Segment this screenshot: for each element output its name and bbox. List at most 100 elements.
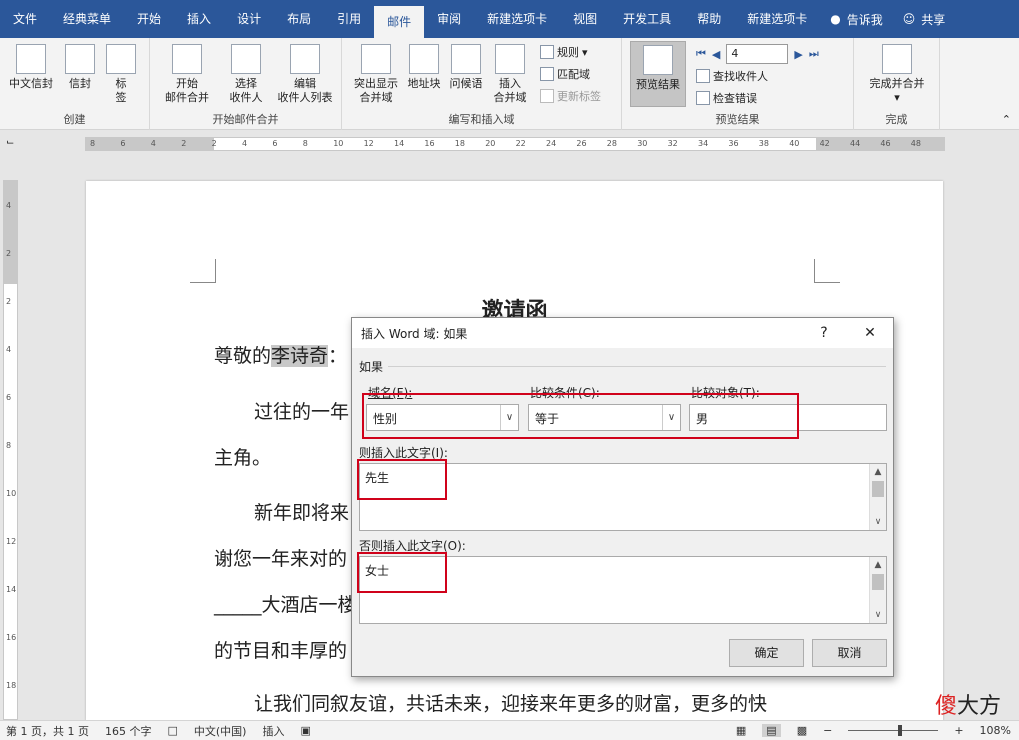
collapse-ribbon-icon[interactable]: ⌃	[1002, 113, 1011, 126]
ruler-number: 6	[120, 139, 126, 148]
web-layout-icon[interactable]: ▩	[797, 724, 807, 737]
share-button[interactable]: ☺ 共享	[893, 11, 956, 28]
rules-icon	[540, 45, 554, 59]
labels-button[interactable]: 标签	[104, 44, 138, 105]
insert-mode[interactable]: 插入	[262, 723, 284, 739]
start-mail-merge-button[interactable]: 开始 邮件合并	[158, 44, 216, 105]
share-label: 共享	[921, 12, 946, 27]
preview-results-button[interactable]: 预览结果	[630, 41, 686, 107]
envelope-icon	[65, 44, 95, 74]
dropdown-arrow-icon: ▾	[582, 45, 588, 59]
ruler-row: ⌙ 8 6 4 2 2 4 6 8 10 12 14 16 18 20 22 24 26 28 30 32 34 36 38…	[0, 131, 1019, 157]
ribbon: 中文信封 信封 标签 创建 开始 邮件合并 选择 收件人 编辑 收件人列表 开始…	[0, 38, 1019, 130]
tell-me-label: 告诉我	[846, 12, 883, 27]
address-block-button[interactable]: 地址块	[404, 44, 444, 91]
group-start-mail-merge: 开始 邮件合并 选择 收件人 编辑 收件人列表 开始邮件合并	[150, 38, 342, 130]
envelope-button[interactable]: 信封	[62, 44, 98, 91]
horizontal-ruler[interactable]: 8 6 4 2 2 4 6 8 10 12 14 16 18 20 22 24 26 28 30 32 34 36 38 40…	[85, 137, 945, 151]
zoom-out-icon[interactable]: −	[823, 724, 832, 737]
match-fields-button[interactable]: 匹配域	[540, 66, 590, 82]
ruler-number: 8	[90, 139, 96, 148]
tab-design[interactable]: 设计	[224, 0, 274, 38]
macro-record-icon[interactable]: ▣	[300, 724, 310, 737]
next-record-icon[interactable]: ▶	[794, 48, 802, 61]
find-recipient-button[interactable]: 查找收件人	[696, 68, 768, 84]
highlight-merge-fields-button[interactable]: 突出显示 合并域	[350, 44, 402, 105]
labels-icon	[106, 44, 136, 74]
select-recipients-button[interactable]: 选择 收件人	[220, 44, 272, 105]
envelope-icon	[16, 44, 46, 74]
scroll-down-icon[interactable]: ∨	[870, 514, 886, 530]
tab-references[interactable]: 引用	[324, 0, 374, 38]
last-record-icon[interactable]: ⏭	[809, 47, 819, 61]
tab-classic-menu[interactable]: 经典菜单	[50, 0, 124, 38]
scrollbar[interactable]: ▲ ∨	[869, 464, 886, 530]
update-labels-button[interactable]: 更新标签	[540, 88, 601, 104]
ruler-number: 12	[363, 139, 374, 148]
scrollbar[interactable]: ▲ ∨	[869, 557, 886, 623]
paragraph: 新年即将来	[254, 502, 350, 524]
update-labels-icon	[540, 89, 554, 103]
zoom-in-icon[interactable]: +	[954, 724, 963, 737]
help-button[interactable]: ?	[809, 318, 839, 348]
ok-button[interactable]: 确定	[729, 639, 804, 667]
record-number-input[interactable]: 4	[726, 44, 789, 64]
zoom-level[interactable]: 108%	[980, 724, 1011, 737]
vertical-ruler[interactable]: 4 2 2 4 6 8 10 12 14 16 18	[3, 180, 18, 720]
scroll-thumb[interactable]	[872, 481, 884, 497]
tell-me[interactable]: ● 告诉我	[820, 11, 893, 28]
tab-review[interactable]: 审阅	[424, 0, 474, 38]
tab-developer[interactable]: 开发工具	[610, 0, 684, 38]
scroll-up-icon[interactable]: ▲	[870, 557, 886, 573]
check-errors-button[interactable]: 检查错误	[696, 90, 757, 106]
tab-file[interactable]: 文件	[0, 0, 50, 38]
edit-recipient-list-button[interactable]: 编辑 收件人列表	[274, 44, 336, 105]
find-icon	[696, 69, 710, 83]
ruler-number: 8	[6, 441, 12, 450]
tab-new-tab-1[interactable]: 新建选项卡	[474, 0, 560, 38]
print-layout-icon[interactable]: ▤	[762, 724, 781, 737]
section-label: 如果	[359, 360, 384, 374]
zoom-slider-thumb[interactable]	[898, 725, 903, 736]
tab-new-tab-2[interactable]: 新建选项卡	[734, 0, 820, 38]
tab-insert[interactable]: 插入	[174, 0, 224, 38]
cancel-button[interactable]: 取消	[812, 639, 887, 667]
insert-merge-field-button[interactable]: 插入 合并域	[488, 44, 532, 105]
tab-mailings[interactable]: 邮件	[374, 6, 425, 38]
word-count[interactable]: 165 个字	[105, 723, 152, 739]
tab-layout[interactable]: 布局	[274, 0, 324, 38]
first-record-icon[interactable]: ⏮	[696, 47, 706, 61]
highlight-box	[357, 552, 447, 593]
tab-help[interactable]: 帮助	[684, 0, 734, 38]
close-icon[interactable]: ✕	[855, 318, 885, 348]
scroll-up-icon[interactable]: ▲	[870, 464, 886, 480]
group-label: 开始邮件合并	[212, 113, 279, 126]
ruler-number: 2	[211, 139, 217, 148]
language-indicator[interactable]: 中文(中国)	[194, 723, 247, 739]
people-icon	[231, 44, 261, 74]
zoom-slider[interactable]	[848, 725, 939, 736]
tab-view[interactable]: 视图	[560, 0, 610, 38]
group-preview-results: 预览结果 ⏮ ◀ 4 ▶ ⏭ 查找收件人 检查错误 预览结果	[622, 38, 854, 130]
proofing-icon[interactable]: □	[167, 724, 177, 737]
ruler-margin-top	[4, 181, 17, 284]
greeting-line-button[interactable]: 问候语	[446, 44, 486, 91]
ruler-number: 16	[424, 139, 435, 148]
rules-button[interactable]: 规则 ▾	[540, 44, 588, 60]
ruler-number: 42	[819, 139, 830, 148]
ruler-number: 4	[6, 201, 12, 210]
scroll-down-icon[interactable]: ∨	[870, 607, 886, 623]
tab-home[interactable]: 开始	[124, 0, 174, 38]
ruler-number: 38	[758, 139, 769, 148]
highlight-box	[362, 393, 799, 439]
chinese-envelope-button[interactable]: 中文信封	[6, 44, 56, 91]
tab-selector-icon[interactable]: ⌙	[6, 137, 14, 148]
page-count[interactable]: 第 1 页，共 1 页	[6, 723, 89, 739]
previous-record-icon[interactable]: ◀	[712, 48, 720, 61]
ruler-number: 8	[302, 139, 308, 148]
match-fields-icon	[540, 67, 554, 81]
scroll-thumb[interactable]	[872, 574, 884, 590]
read-mode-icon[interactable]: ▦	[736, 724, 746, 737]
finish-merge-button[interactable]: 完成并合并 ▾	[862, 44, 932, 105]
ruler-number: 6	[272, 139, 278, 148]
